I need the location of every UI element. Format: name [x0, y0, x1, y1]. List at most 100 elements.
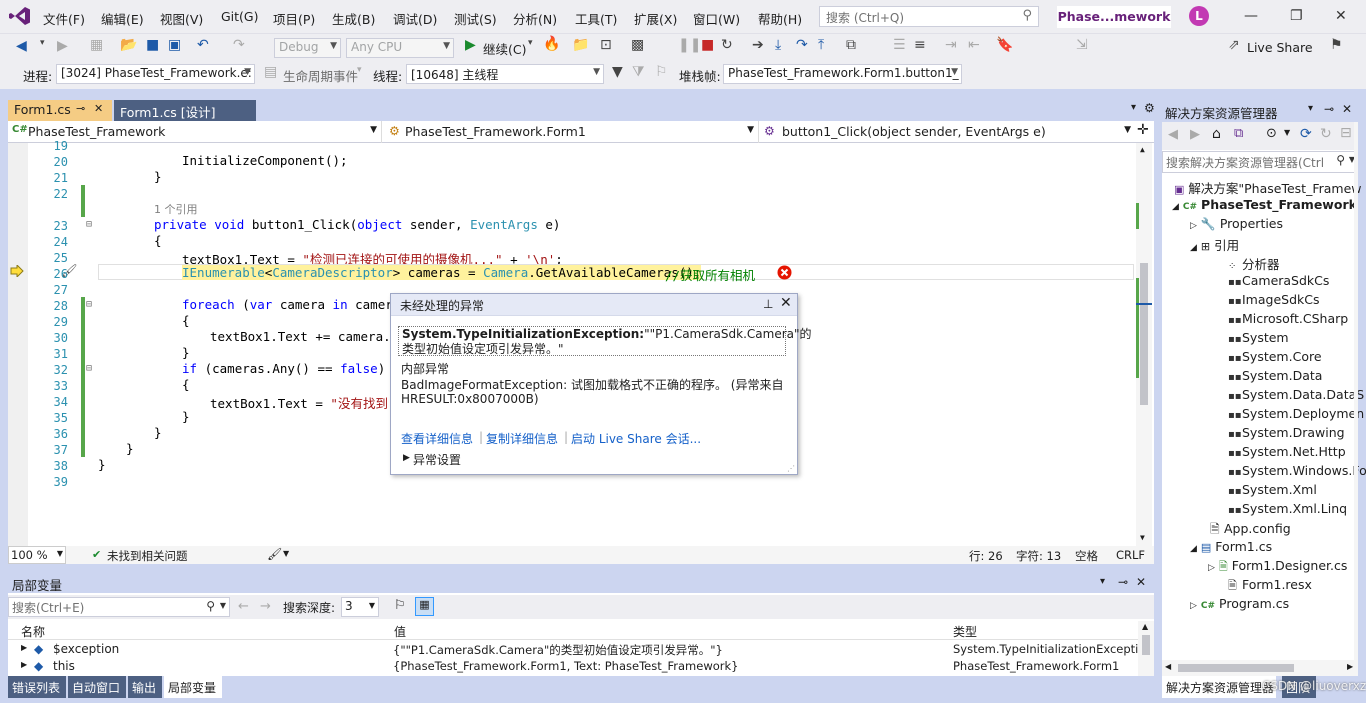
solution-explorer-horizontal-scrollbar[interactable]: ◀ ▶ [1162, 660, 1358, 676]
tree-item-reference[interactable]: ▪▪System.Net.Http [1228, 444, 1346, 459]
undo-icon[interactable]: ↶ [197, 37, 209, 53]
window-menu-icon[interactable]: ▾ [1100, 576, 1105, 587]
lifecycle-dropdown-icon[interactable]: ▾ [357, 65, 362, 75]
visual-studio-logo-icon[interactable] [9, 6, 31, 26]
expand-icon[interactable]: ▶ [21, 660, 27, 669]
tree-item-properties[interactable]: ▷ 🔧 Properties [1190, 216, 1283, 231]
close-icon[interactable]: ✕ [1335, 8, 1347, 24]
column-header-type[interactable]: 类型 [953, 623, 977, 640]
close-tab-icon[interactable]: ✕ [94, 102, 103, 115]
close-icon[interactable]: ✕ [780, 295, 792, 311]
column-header-name[interactable]: 名称 [21, 623, 45, 640]
search-back-icon[interactable]: ← [238, 599, 249, 614]
switch-views-icon[interactable]: ⧉ [1234, 126, 1243, 141]
collapse-arrow-icon[interactable]: ◢ [1190, 544, 1197, 554]
breakpoints-window-icon[interactable]: ▩ [631, 37, 644, 53]
menu-tools[interactable]: 工具(T) [575, 9, 617, 28]
tree-item-reference[interactable]: ▪▪CameraSdkCs [1228, 273, 1329, 288]
step-over-icon[interactable]: ↷ [796, 37, 808, 53]
tree-item-reference[interactable]: ▪▪System.Data.DataS [1228, 387, 1364, 402]
column-header-value[interactable]: 值 [394, 623, 406, 640]
expand-arrow-icon[interactable]: ▷ [1190, 221, 1197, 231]
tree-item-project[interactable]: ◢ C# PhaseTest_Framework [1172, 197, 1357, 212]
close-icon[interactable]: ✕ [1342, 102, 1352, 116]
search-input[interactable]: 搜索 (Ctrl+Q) ⚲ [819, 6, 1039, 27]
locals-search-input[interactable]: 搜索(Ctrl+E) ⚲ ▼ [8, 597, 230, 617]
chevron-down-icon[interactable]: ▼ [1284, 128, 1290, 137]
bookmark-next-icon[interactable]: ⇲ [1076, 37, 1088, 53]
avatar[interactable]: L [1189, 6, 1209, 26]
line-ending-indicator[interactable]: CRLF [1116, 548, 1145, 562]
stop-icon[interactable]: ■ [701, 37, 714, 53]
tree-item-reference[interactable]: ▪▪System.Xml [1228, 482, 1317, 497]
tab-list-dropdown-icon[interactable]: ▾ [1131, 102, 1136, 113]
save-icon[interactable]: ■ [146, 37, 159, 53]
tree-item-reference[interactable]: ▪▪System.Windows.Fo [1228, 463, 1366, 478]
zoom-select[interactable]: 100 % ▼ [8, 546, 66, 564]
menu-view[interactable]: 视图(V) [160, 9, 203, 28]
refresh-icon[interactable]: ↻ [1320, 126, 1332, 142]
live-share-button[interactable]: Live Share [1247, 40, 1313, 55]
feedback-icon[interactable]: ⚑ [1330, 37, 1343, 53]
class-dropdown[interactable]: ⚙ PhaseTest_Framework.Form1 ▼ [385, 121, 759, 143]
hex-toggle-icon[interactable]: ▦ [415, 597, 434, 616]
continue-play-icon[interactable]: ▶ [465, 37, 476, 53]
pause-icon[interactable]: ❚❚ [678, 37, 701, 53]
collapse-arrow-icon[interactable]: ◢ [1190, 243, 1197, 253]
platform-select[interactable]: Any CPU ▼ [346, 38, 454, 58]
menu-project[interactable]: 项目(P) [273, 9, 315, 28]
line-indicator[interactable]: 行: 26 [969, 548, 1003, 564]
scroll-thumb[interactable] [1142, 635, 1150, 655]
expand-arrow-icon[interactable]: ▷ [1208, 563, 1215, 573]
open-folder-icon[interactable]: 📂 [120, 37, 137, 53]
step-into-icon[interactable]: ⤓ [775, 37, 781, 53]
menu-test[interactable]: 测试(S) [454, 9, 497, 28]
menu-edit[interactable]: 编辑(E) [101, 9, 144, 28]
tree-item-reference[interactable]: ▪▪System.Drawing [1228, 425, 1345, 440]
expand-icon[interactable]: ▶ [403, 453, 410, 463]
dropdown-icon[interactable]: ▾ [40, 38, 45, 48]
table-row[interactable]: ▶ ◆ $exception {""P1.CameraSdk.Camera"的类… [8, 642, 1153, 659]
collapse-icon[interactable]: ⊟ [86, 219, 92, 230]
error-icon[interactable] [777, 265, 792, 280]
exception-settings-toggle[interactable]: 异常设置 [413, 451, 461, 468]
back-icon[interactable]: ◀ [16, 38, 27, 54]
char-indicator[interactable]: 字符: 13 [1016, 548, 1061, 564]
tree-item-reference[interactable]: ▪▪System [1228, 330, 1289, 345]
pending-changes-filter-icon[interactable]: ⊙ [1266, 126, 1277, 141]
tab-output[interactable]: 输出 [128, 676, 162, 698]
sync-icon[interactable]: ⟳ [1300, 126, 1312, 142]
tab-form1-cs[interactable]: Form1.cs ⊸ ✕ [8, 100, 112, 121]
hex-display-icon[interactable]: ⧉ [846, 37, 856, 53]
solution-explorer-vertical-scrollbar[interactable] [1354, 122, 1358, 660]
tree-item-reference[interactable]: ▪▪Microsoft.CSharp [1228, 311, 1348, 326]
tree-item-form1-designer[interactable]: ▷ 🗎 Form1.Designer.cs [1208, 558, 1347, 577]
back-icon[interactable]: ◀ [1168, 127, 1178, 142]
pin-icon[interactable]: ⊥ [763, 297, 773, 311]
indent-icon[interactable]: ⇥ [945, 37, 957, 53]
menu-window[interactable]: 窗口(W) [693, 9, 740, 28]
scroll-thumb[interactable] [1178, 664, 1294, 672]
tab-error-list[interactable]: 错误列表 [8, 676, 66, 698]
collapse-arrow-icon[interactable]: ◢ [1172, 202, 1179, 212]
view-details-link[interactable]: 查看详细信息 [401, 430, 473, 447]
resize-grip-icon[interactable]: ⋰ [787, 464, 795, 473]
forward-icon[interactable]: ▶ [57, 38, 68, 54]
start-live-share-link[interactable]: 启动 Live Share 会话... [571, 430, 701, 447]
pin-icon[interactable]: ⊸ [1118, 575, 1128, 589]
scroll-up-icon[interactable]: ▲ [1142, 622, 1148, 631]
solution-search-input[interactable]: 搜索解决方案资源管理器(Ctrl ⚲ ▼ [1162, 151, 1358, 173]
uncomment-icon[interactable]: ≡ [914, 37, 926, 53]
pin-icon[interactable]: ⊸ [1324, 102, 1334, 116]
locals-vertical-scrollbar[interactable]: ▲ [1138, 621, 1154, 676]
expand-icon[interactable]: ▶ [21, 643, 27, 652]
tree-item-reference[interactable]: ▪▪System.Deploymen [1228, 406, 1364, 421]
tree-item-program-cs[interactable]: ▷ C# Program.cs [1190, 596, 1289, 611]
menu-debug[interactable]: 调试(D) [393, 9, 437, 28]
tree-item-references[interactable]: ◢ ⊞ 引用 [1190, 235, 1239, 254]
bookmark-icon[interactable]: 🔖 [996, 37, 1013, 53]
redo-icon[interactable]: ↷ [233, 37, 245, 53]
flag-threads-icon[interactable]: ⚐ [655, 64, 668, 80]
copy-details-link[interactable]: 复制详细信息 [486, 430, 558, 447]
live-share-icon[interactable]: ⇗ [1228, 37, 1240, 53]
